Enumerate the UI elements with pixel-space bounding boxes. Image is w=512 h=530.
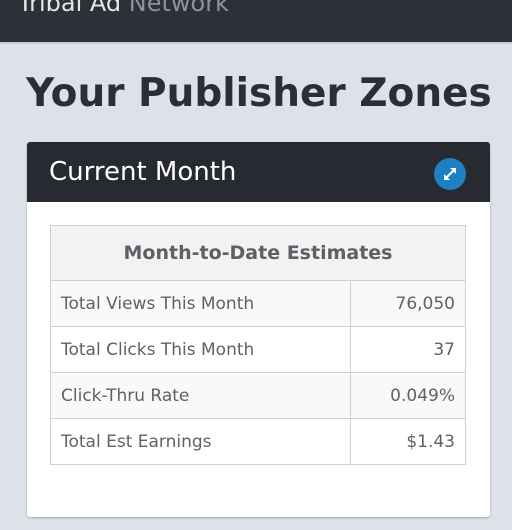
expand-arrows-icon	[444, 168, 456, 180]
table-row: Total Clicks This Month 37	[50, 326, 466, 373]
expand-panel-button[interactable]	[434, 158, 466, 190]
row-label: Total Est Earnings	[50, 418, 351, 465]
row-label: Total Clicks This Month	[50, 326, 351, 373]
row-value: 37	[350, 326, 466, 373]
brand-logo[interactable]: Tribal Ad Network	[18, 0, 229, 18]
row-value: $1.43	[350, 418, 466, 465]
row-value: 76,050	[350, 280, 466, 327]
current-month-panel: Current Month Month-to-Date Estimates To…	[27, 142, 490, 517]
row-value: 0.049%	[350, 372, 466, 419]
table-row: Total Est Earnings $1.43	[50, 418, 466, 465]
row-label: Click-Thru Rate	[50, 372, 351, 419]
table-row: Total Views This Month 76,050	[50, 280, 466, 327]
top-navbar: Tribal Ad Network	[0, 0, 512, 44]
page-title: Your Publisher Zones	[26, 71, 492, 116]
panel-header: Current Month	[27, 142, 490, 202]
brand-name-strong: Tribal Ad	[18, 0, 122, 17]
brand-name-light: Network	[128, 0, 229, 17]
panel-title: Current Month	[49, 157, 237, 187]
row-label: Total Views This Month	[50, 280, 351, 327]
table-row: Click-Thru Rate 0.049%	[50, 372, 466, 419]
table-header: Month-to-Date Estimates	[50, 225, 466, 281]
table-header-row: Month-to-Date Estimates	[50, 225, 466, 281]
estimates-table: Month-to-Date Estimates Total Views This…	[50, 225, 466, 465]
